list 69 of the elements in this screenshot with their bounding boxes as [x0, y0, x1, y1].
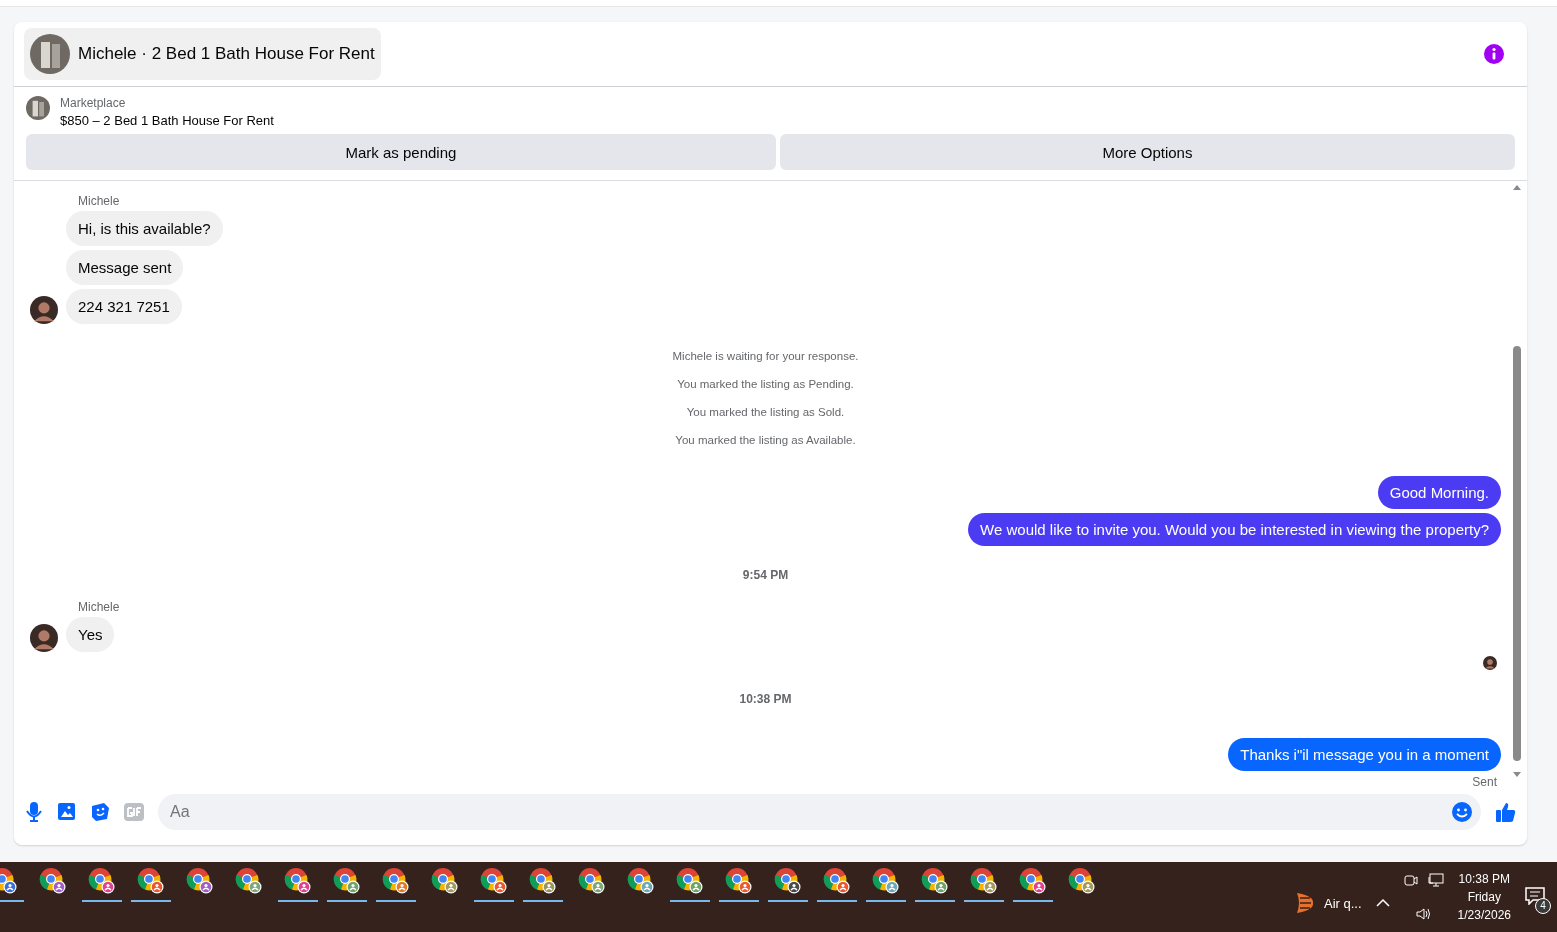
browser-icon: [235, 867, 263, 895]
browser-icon: [676, 867, 704, 895]
clock-time: 10:38 PM: [1458, 872, 1510, 886]
conversation-title[interactable]: Michele · 2 Bed 1 Bath House For Rent: [24, 28, 381, 80]
clock-day: Friday: [1467, 890, 1501, 904]
message-bubble: Thanks i"il message you in a moment: [1228, 738, 1501, 771]
system-notice: You marked the listing as Sold.: [685, 406, 846, 418]
browser-icon: [1068, 867, 1096, 895]
browser-icon: [578, 867, 606, 895]
browser-icon: [627, 867, 655, 895]
browser-icon: [284, 867, 312, 895]
microphone-icon[interactable]: [26, 802, 42, 822]
browser-icon: [88, 867, 116, 895]
message-bubble: Good Morning.: [1377, 476, 1501, 509]
info-icon[interactable]: [1483, 43, 1505, 65]
delivery-status: Sent: [1471, 775, 1498, 786]
timestamp: 9:54 PM: [741, 568, 790, 582]
chevron-up-icon[interactable]: [1375, 898, 1390, 908]
listing-avatar: [30, 34, 70, 74]
message-bubble: Hi, is this available?: [66, 211, 223, 246]
system-notice: You marked the listing as Pending.: [676, 378, 855, 390]
browser-icon: [186, 867, 214, 895]
browser-icon: [39, 867, 67, 895]
sender-name: Michele: [78, 600, 121, 614]
browser-icon: [774, 867, 802, 895]
browser-icon: [823, 867, 851, 895]
message-field[interactable]: Aa: [158, 794, 1481, 830]
browser-icon: [137, 867, 165, 895]
system-notice: You marked the listing as Available.: [674, 434, 857, 446]
browser-icon: [431, 867, 459, 895]
browser-icon: [725, 867, 753, 895]
weather-label[interactable]: Air q...: [1324, 895, 1362, 911]
message-bubble: Yes: [66, 617, 115, 652]
read-receipt-avatar: [1483, 656, 1497, 670]
browser-icon: [333, 867, 361, 895]
photo-icon[interactable]: [56, 802, 76, 822]
speaker-icon[interactable]: [1415, 907, 1432, 921]
clock[interactable]: 10:38 PM Friday 1/23/2026: [1457, 872, 1511, 922]
browser-icon: [921, 867, 949, 895]
avatar: [30, 624, 58, 652]
browser-icon: [480, 867, 508, 895]
message-bubble: We would like to invite you. Would you be interested in viewing the property?: [968, 513, 1501, 546]
message-bubble: Message sent: [66, 250, 184, 285]
browser-icon: [872, 867, 900, 895]
message-input[interactable]: Aa: [168, 802, 1451, 822]
listing-source: Marketplace: [60, 96, 127, 110]
clock-date: 1/23/2026: [1457, 908, 1511, 922]
listing-summary: $850 – 2 Bed 1 Bath House For Rent: [60, 113, 274, 128]
action-button[interactable]: Mark as pending: [26, 134, 776, 170]
action-button[interactable]: More Options: [779, 134, 1515, 170]
avatar: [30, 296, 58, 324]
sticker-icon[interactable]: [90, 802, 110, 822]
sender-name: Michele: [78, 194, 121, 208]
thumbs-up-icon[interactable]: [1495, 801, 1517, 823]
emoji-icon[interactable]: [1451, 801, 1473, 823]
camera-icon[interactable]: [1403, 873, 1418, 889]
title-text: Michele · 2 Bed 1 Bath House For Rent: [78, 44, 375, 64]
browser-icon: [529, 867, 557, 895]
timestamp: 10:38 PM: [738, 692, 793, 706]
browser-icon: [382, 867, 410, 895]
scroll-down-icon[interactable]: [1512, 770, 1522, 778]
scroll-up-icon[interactable]: [1512, 184, 1522, 192]
notification-count: 4: [1535, 897, 1551, 914]
browser-icon: [970, 867, 998, 895]
system-notice: Michele is waiting for your response.: [671, 350, 860, 362]
listing-thumbnail: [26, 96, 50, 120]
network-icon[interactable]: [1427, 873, 1444, 887]
message-bubble: 224 321 7251: [66, 289, 182, 324]
browser-icon: [1019, 867, 1047, 895]
